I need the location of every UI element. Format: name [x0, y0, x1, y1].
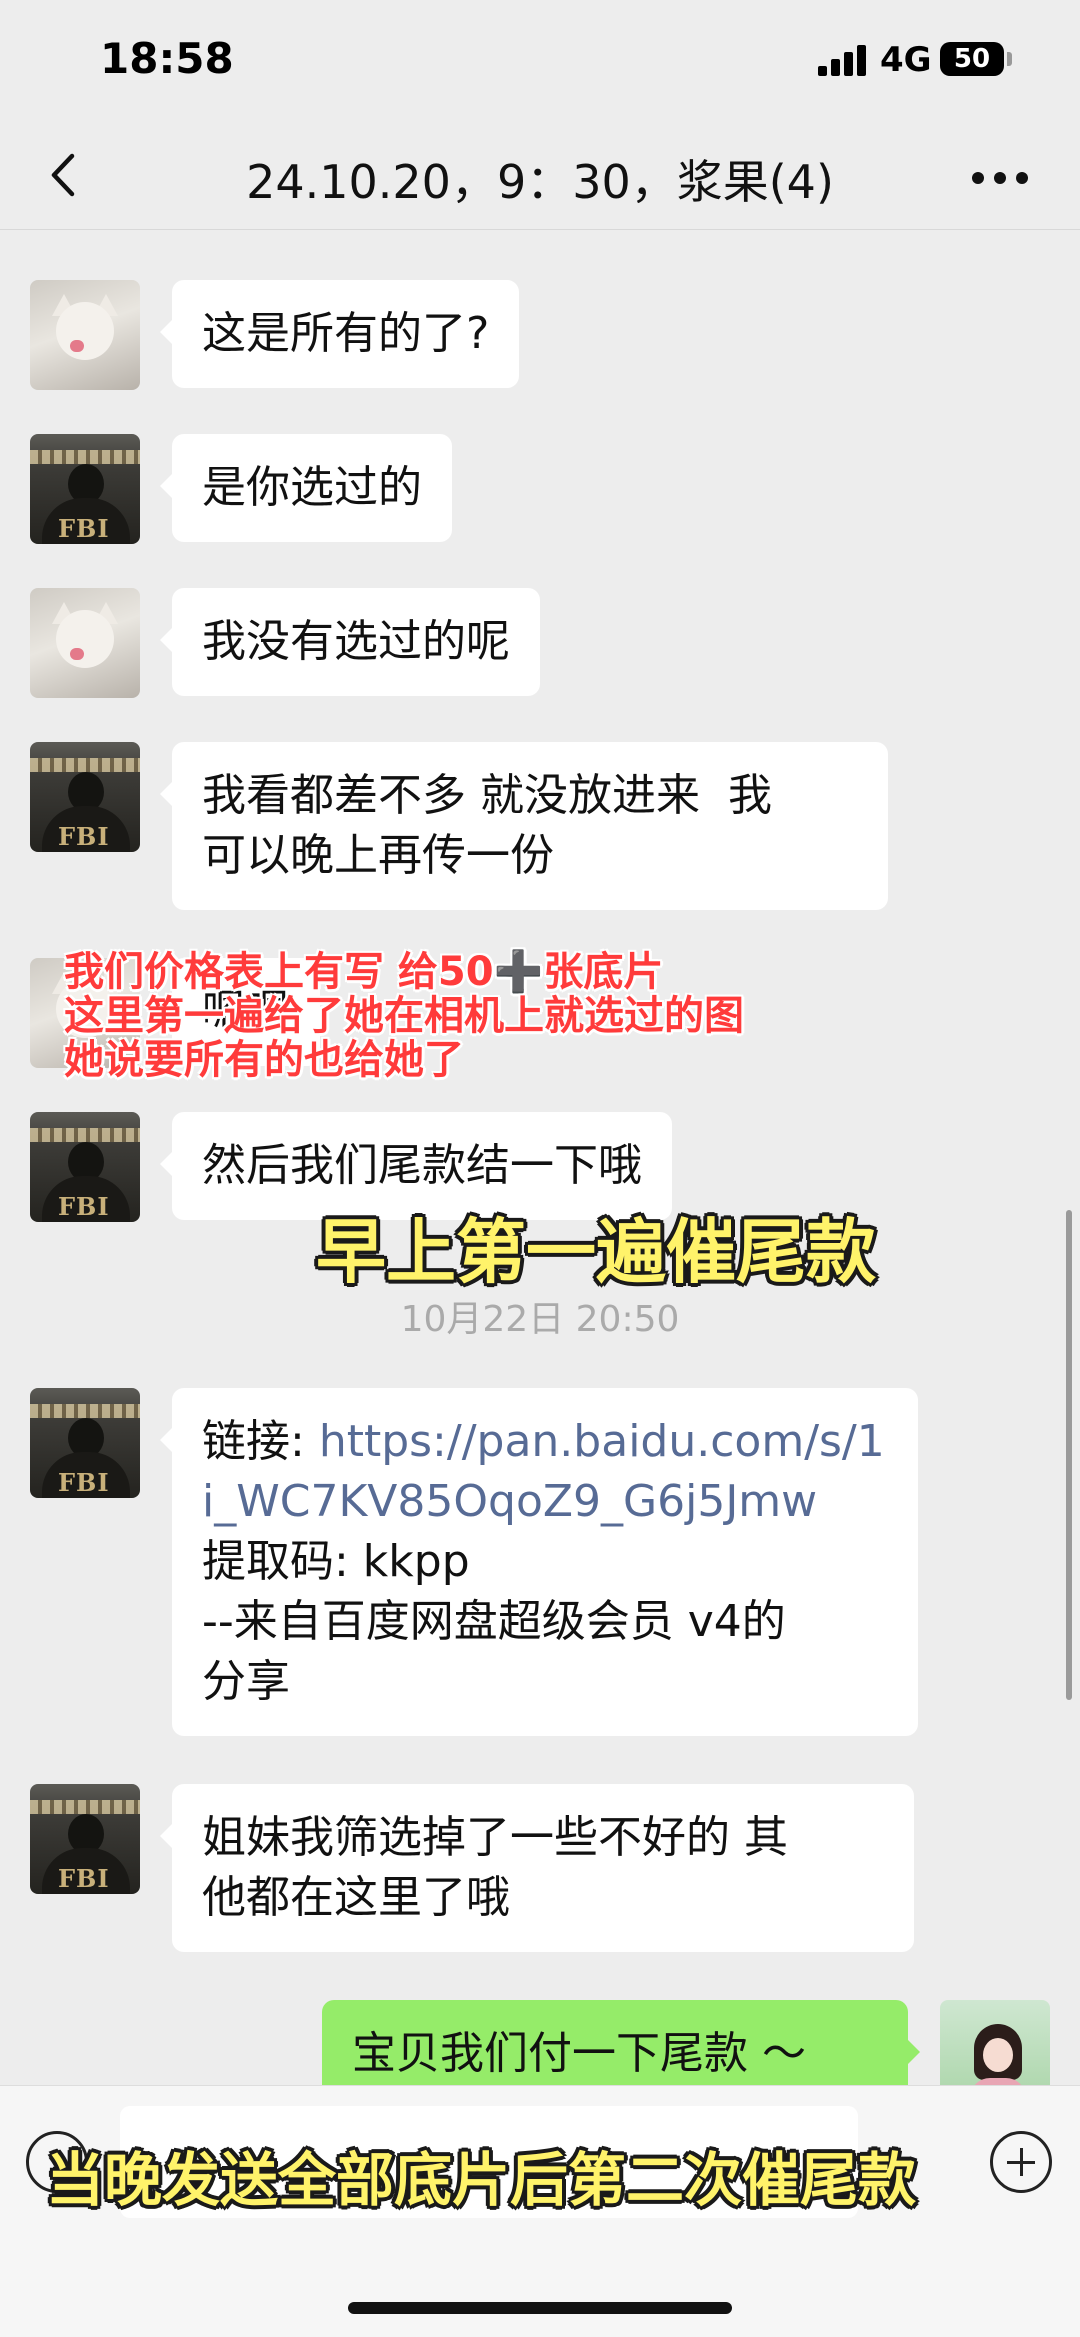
battery-icon: 50 — [940, 42, 1012, 76]
signal-icon — [818, 44, 870, 76]
avatar[interactable]: FBI — [30, 742, 140, 852]
back-icon[interactable] — [40, 150, 90, 200]
link-extra-text: 提取码: kkpp --来自百度网盘超级会员 v4的 分享 — [202, 1536, 786, 1707]
home-indicator[interactable] — [348, 2302, 732, 2314]
status-bar: 18:58 4G 50 — [0, 0, 1080, 120]
avatar[interactable]: FBI — [30, 1388, 140, 1498]
add-icon[interactable] — [990, 2131, 1052, 2193]
red-annotation: 我们价格表上有写 给50➕张底片 这里第一遍给了她在相机上就选过的图 她说要所有… — [64, 949, 744, 1083]
message-bubble[interactable]: 是你选过的 — [160, 434, 452, 542]
message-bubble[interactable]: 我看都差不多 就没放进来 我 可以晚上再传一份 — [160, 742, 888, 910]
message-timestamp: 10月22日 20:50 — [400, 1299, 680, 1340]
caption-second-reminder: 当晚发送全部底片后第二次催尾款 — [46, 2146, 917, 2214]
more-icon[interactable] — [972, 172, 1032, 184]
avatar[interactable]: FBI — [30, 1784, 140, 1894]
battery-level: 50 — [953, 44, 991, 74]
status-time: 18:58 — [100, 34, 234, 83]
link-message-bubble[interactable]: 链接: https://pan.baidu.com/s/1i_WC7KV85Oq… — [160, 1388, 918, 1736]
avatar[interactable]: FBI — [30, 1112, 140, 1222]
chat-header: 24.10.20，9：30，浆果(4) — [0, 120, 1080, 230]
link-label: 链接: — [202, 1416, 319, 1467]
caption-first-reminder: 早上第一遍催尾款 — [316, 1211, 876, 1293]
avatar[interactable] — [30, 588, 140, 698]
avatar[interactable]: FBI — [30, 434, 140, 544]
message-bubble[interactable]: 姐妹我筛选掉了一些不好的 其 他都在这里了哦 — [160, 1784, 914, 1952]
network-label: 4G — [880, 40, 932, 80]
scrollbar[interactable] — [1066, 1210, 1072, 1700]
message-bubble[interactable]: 这是所有的了? — [159, 280, 520, 388]
avatar[interactable] — [30, 280, 140, 390]
message-bubble[interactable]: 我没有选过的呢 — [160, 588, 540, 696]
chat-title: 24.10.20，9：30，浆果(4) — [246, 155, 834, 209]
